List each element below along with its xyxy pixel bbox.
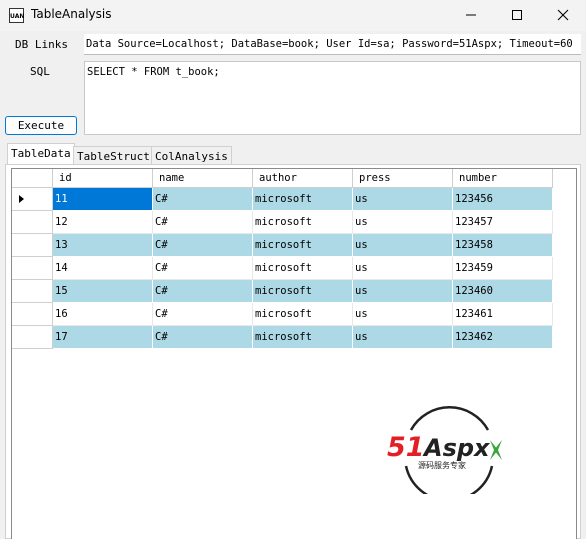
table-cell[interactable]: us bbox=[353, 234, 453, 257]
column-header-id[interactable]: id bbox=[53, 169, 153, 188]
table-cell[interactable]: C# bbox=[153, 188, 253, 211]
execute-button[interactable]: Execute bbox=[5, 116, 77, 135]
row-header[interactable] bbox=[12, 234, 53, 257]
table-cell[interactable]: us bbox=[353, 326, 453, 349]
table-cell[interactable]: us bbox=[353, 211, 453, 234]
table-cell[interactable]: microsoft bbox=[253, 211, 353, 234]
table-cell[interactable]: C# bbox=[153, 326, 253, 349]
minimize-button[interactable] bbox=[448, 0, 494, 31]
app-icon: UAN bbox=[9, 8, 24, 23]
table-cell[interactable]: 16 bbox=[53, 303, 153, 326]
tab-tabledata[interactable]: TableData bbox=[7, 143, 75, 165]
table-cell[interactable]: microsoft bbox=[253, 280, 353, 303]
table-cell[interactable]: us bbox=[353, 303, 453, 326]
table-cell[interactable]: 123457 bbox=[453, 211, 553, 234]
table-cell[interactable]: C# bbox=[153, 257, 253, 280]
db-links-label: DB Links bbox=[15, 38, 68, 51]
table-cell[interactable]: microsoft bbox=[253, 257, 353, 280]
table-cell[interactable]: 123460 bbox=[453, 280, 553, 303]
close-icon bbox=[557, 9, 569, 21]
sql-textarea[interactable]: SELECT * FROM t_book; bbox=[84, 61, 581, 135]
db-links-input[interactable]: Data Source=Localhost; DataBase=book; Us… bbox=[84, 34, 581, 55]
watermark-logo: 51 Aspx 源码服务专家 bbox=[387, 406, 502, 494]
table-cell[interactable]: microsoft bbox=[253, 303, 353, 326]
svg-text:源码服务专家: 源码服务专家 bbox=[418, 460, 466, 470]
table-cell[interactable]: microsoft bbox=[253, 326, 353, 349]
column-header-press[interactable]: press bbox=[353, 169, 453, 188]
table-cell[interactable]: C# bbox=[153, 303, 253, 326]
row-header[interactable] bbox=[12, 280, 53, 303]
table-cell[interactable]: 17 bbox=[53, 326, 153, 349]
column-header-number[interactable]: number bbox=[453, 169, 553, 188]
title-bar: UAN TableAnalysis bbox=[0, 0, 586, 31]
window-title: TableAnalysis bbox=[31, 7, 112, 21]
table-cell[interactable]: 123462 bbox=[453, 326, 553, 349]
table-cell[interactable]: C# bbox=[153, 211, 253, 234]
close-button[interactable] bbox=[540, 0, 586, 31]
row-header[interactable] bbox=[12, 326, 53, 349]
table-cell[interactable]: 12 bbox=[53, 211, 153, 234]
table-cell[interactable]: 123458 bbox=[453, 234, 553, 257]
table-cell[interactable]: C# bbox=[153, 280, 253, 303]
table-cell[interactable]: 15 bbox=[53, 280, 153, 303]
row-header[interactable] bbox=[12, 303, 53, 326]
table-cell[interactable]: microsoft bbox=[253, 234, 353, 257]
table-cell[interactable]: 123456 bbox=[453, 188, 553, 211]
maximize-button[interactable] bbox=[494, 0, 540, 31]
column-header-name[interactable]: name bbox=[153, 169, 253, 188]
row-header[interactable] bbox=[12, 211, 53, 234]
table-cell[interactable]: 11 bbox=[53, 188, 153, 211]
row-header[interactable] bbox=[12, 257, 53, 280]
svg-text:Aspx: Aspx bbox=[422, 434, 491, 462]
table-cell[interactable]: 123459 bbox=[453, 257, 553, 280]
maximize-icon bbox=[512, 10, 522, 20]
tab-colanalysis[interactable]: ColAnalysis bbox=[151, 146, 232, 165]
table-cell[interactable]: us bbox=[353, 280, 453, 303]
current-row-arrow-icon bbox=[19, 195, 24, 203]
table-cell[interactable]: 13 bbox=[53, 234, 153, 257]
tab-tablestruct[interactable]: TableStruct bbox=[73, 146, 154, 165]
svg-text:51: 51 bbox=[387, 432, 425, 463]
table-cell[interactable]: C# bbox=[153, 234, 253, 257]
row-header[interactable] bbox=[12, 188, 53, 211]
sql-label: SQL bbox=[30, 65, 50, 78]
table-cell[interactable]: us bbox=[353, 257, 453, 280]
table-cell[interactable]: 123461 bbox=[453, 303, 553, 326]
table-cell[interactable]: 14 bbox=[53, 257, 153, 280]
table-cell[interactable]: us bbox=[353, 188, 453, 211]
column-header-author[interactable]: author bbox=[253, 169, 353, 188]
grid-corner bbox=[12, 169, 53, 188]
table-cell[interactable]: microsoft bbox=[253, 188, 353, 211]
minimize-icon bbox=[466, 14, 476, 16]
